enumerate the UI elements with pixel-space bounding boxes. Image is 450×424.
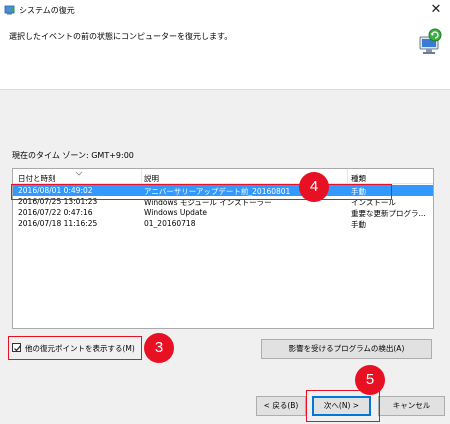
checkbox-label: 他の復元ポイントを表示する(M) xyxy=(25,344,135,353)
system-restore-icon xyxy=(4,4,16,16)
next-button[interactable]: 次へ(N) > xyxy=(312,396,371,416)
column-divider[interactable] xyxy=(141,169,142,184)
column-divider[interactable] xyxy=(347,169,348,184)
timezone-label: 現在のタイム ゾーン: GMT+9:00 xyxy=(12,151,134,160)
row-date: 2016/07/22 0:47:16 xyxy=(18,208,93,217)
row-description: 01_20160718 xyxy=(144,219,196,228)
step-callout-3: 3 xyxy=(144,333,174,363)
row-date: 2016/07/18 11:16:25 xyxy=(18,219,98,228)
close-icon[interactable]: ✕ xyxy=(428,2,444,18)
list-row[interactable]: 2016/07/25 13:01:23 Windows モジュール インストーラ… xyxy=(13,196,433,207)
instruction-text: 選択したイベントの前の状態にコンピューターを復元します。 xyxy=(9,32,233,41)
row-type: 手動 xyxy=(351,220,366,229)
scan-affected-programs-button[interactable]: 影響を受けるプログラムの検出(A) xyxy=(261,339,432,359)
cancel-button[interactable]: キャンセル xyxy=(378,396,445,416)
list-row[interactable]: 2016/08/01 0:49:02 アニバーサリーアップデート前_201608… xyxy=(13,185,433,196)
step-callout-4: 4 xyxy=(299,172,329,202)
title-bar: システムの復元 ✕ xyxy=(0,0,450,22)
back-button[interactable]: < 戻る(B) xyxy=(256,396,306,416)
list-header: 日付と時刻 説明 種類 xyxy=(13,169,433,184)
row-date: 2016/08/01 0:49:02 xyxy=(18,186,93,195)
wizard-header: 選択したイベントの前の状態にコンピューターを復元します。 xyxy=(0,22,450,90)
step-callout-5: 5 xyxy=(355,365,385,395)
column-header-type[interactable]: 種類 xyxy=(351,173,366,184)
list-row[interactable]: 2016/07/18 11:16:25 01_20160718 手動 xyxy=(13,218,433,229)
sort-descending-icon xyxy=(75,169,83,176)
column-header-date[interactable]: 日付と時刻 xyxy=(18,173,56,184)
column-header-description[interactable]: 説明 xyxy=(144,173,159,184)
window-title: システムの復元 xyxy=(19,6,75,15)
computer-restore-icon xyxy=(416,27,444,55)
row-description: Windows Update xyxy=(144,208,208,217)
row-date: 2016/07/25 13:01:23 xyxy=(18,197,98,206)
list-row[interactable]: 2016/07/22 0:47:16 Windows Update 重要な更新プ… xyxy=(13,207,433,218)
restore-point-list[interactable]: 日付と時刻 説明 種類 2016/08/01 0:49:02 アニバーサリーアッ… xyxy=(12,168,434,329)
checkbox-box[interactable] xyxy=(12,343,21,352)
